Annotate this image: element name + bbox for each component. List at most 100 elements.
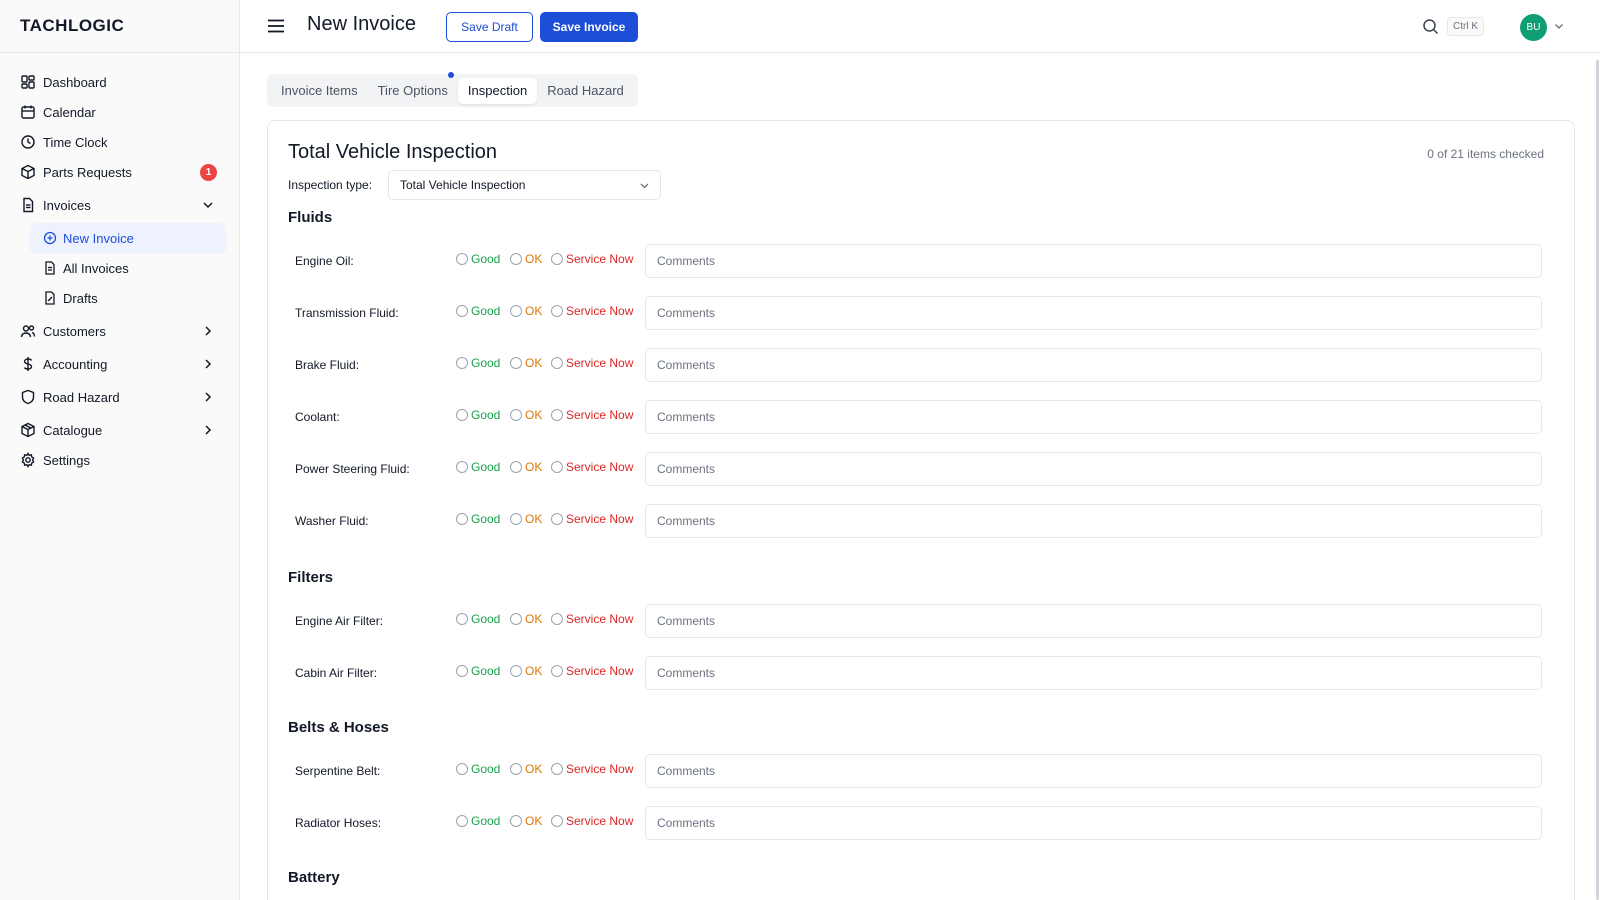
- radio-circle[interactable]: [551, 665, 563, 677]
- radio-service-now[interactable]: Service Now: [551, 252, 633, 266]
- sidebar-item-time-clock[interactable]: Time Clock: [0, 127, 239, 157]
- sidebar-subitem-drafts[interactable]: Drafts: [0, 283, 227, 313]
- radio-circle[interactable]: [456, 305, 468, 317]
- radio-circle[interactable]: [456, 513, 468, 525]
- radio-good[interactable]: Good: [456, 460, 500, 474]
- radio-circle[interactable]: [551, 357, 563, 369]
- radio-ok[interactable]: OK: [510, 304, 542, 318]
- radio-circle[interactable]: [510, 461, 522, 473]
- radio-circle[interactable]: [510, 409, 522, 421]
- radio-circle[interactable]: [510, 763, 522, 775]
- comments-input[interactable]: [645, 656, 1542, 690]
- inspection-row: Radiator Hoses: Good OK Service Now: [288, 806, 1548, 840]
- sidebar-item-road-hazard[interactable]: Road Hazard: [0, 382, 239, 412]
- comments-input[interactable]: [645, 504, 1542, 538]
- radio-good[interactable]: Good: [456, 762, 500, 776]
- radio-circle[interactable]: [510, 613, 522, 625]
- top-header: New Invoice Save Draft Save Invoice Ctrl…: [240, 0, 1600, 53]
- tab-tire-options[interactable]: Tire Options: [368, 78, 458, 104]
- radio-service-now[interactable]: Service Now: [551, 512, 633, 526]
- radio-circle[interactable]: [510, 513, 522, 525]
- radio-circle[interactable]: [551, 461, 563, 473]
- radio-good[interactable]: Good: [456, 252, 500, 266]
- radio-ok[interactable]: OK: [510, 460, 542, 474]
- inspection-type-select[interactable]: Total Vehicle Inspection: [388, 170, 661, 200]
- sidebar-item-parts-requests[interactable]: Parts Requests 1: [0, 157, 239, 187]
- sidebar-item-calendar[interactable]: Calendar: [0, 97, 239, 127]
- sidebar-item-accounting[interactable]: Accounting: [0, 349, 239, 379]
- radio-circle[interactable]: [551, 513, 563, 525]
- radio-circle[interactable]: [551, 613, 563, 625]
- radio-ok[interactable]: OK: [510, 512, 542, 526]
- radio-circle[interactable]: [510, 253, 522, 265]
- radio-ok-label: OK: [525, 460, 543, 474]
- save-invoice-button[interactable]: Save Invoice: [540, 12, 638, 42]
- comments-input[interactable]: [645, 806, 1542, 840]
- hamburger-menu-icon[interactable]: [266, 16, 286, 36]
- radio-circle[interactable]: [551, 305, 563, 317]
- radio-circle[interactable]: [456, 253, 468, 265]
- radio-service-now[interactable]: Service Now: [551, 612, 633, 626]
- sidebar-subitem-new-invoice[interactable]: New Invoice: [30, 223, 226, 253]
- chevron-down-icon: [640, 183, 649, 189]
- comments-input[interactable]: [645, 400, 1542, 434]
- radio-circle[interactable]: [551, 409, 563, 421]
- radio-circle[interactable]: [510, 815, 522, 827]
- radio-good[interactable]: Good: [456, 612, 500, 626]
- radio-service-now[interactable]: Service Now: [551, 814, 633, 828]
- comments-input[interactable]: [645, 348, 1542, 382]
- tab-inspection[interactable]: Inspection: [457, 77, 538, 104]
- radio-good[interactable]: Good: [456, 408, 500, 422]
- radio-circle[interactable]: [456, 613, 468, 625]
- comments-input[interactable]: [645, 244, 1542, 278]
- radio-circle[interactable]: [510, 665, 522, 677]
- radio-ok[interactable]: OK: [510, 814, 542, 828]
- radio-circle[interactable]: [456, 665, 468, 677]
- radio-ok[interactable]: OK: [510, 356, 542, 370]
- search-icon[interactable]: [1422, 18, 1439, 35]
- radio-circle[interactable]: [510, 305, 522, 317]
- radio-circle[interactable]: [510, 357, 522, 369]
- sidebar-item-settings[interactable]: Settings: [0, 445, 239, 475]
- radio-good[interactable]: Good: [456, 512, 500, 526]
- radio-ok[interactable]: OK: [510, 408, 542, 422]
- radio-service-now[interactable]: Service Now: [551, 304, 633, 318]
- radio-ok[interactable]: OK: [510, 762, 542, 776]
- radio-circle[interactable]: [456, 357, 468, 369]
- radio-circle[interactable]: [456, 815, 468, 827]
- radio-circle[interactable]: [551, 815, 563, 827]
- radio-service-now[interactable]: Service Now: [551, 356, 633, 370]
- sidebar-item-customers[interactable]: Customers: [0, 316, 239, 346]
- radio-good[interactable]: Good: [456, 304, 500, 318]
- radio-good[interactable]: Good: [456, 814, 500, 828]
- sidebar-item-dashboard[interactable]: Dashboard: [0, 67, 239, 97]
- radio-service-now[interactable]: Service Now: [551, 762, 633, 776]
- radio-circle[interactable]: [456, 409, 468, 421]
- tab-invoice-items[interactable]: Invoice Items: [271, 78, 368, 104]
- radio-ok[interactable]: OK: [510, 664, 542, 678]
- comments-input[interactable]: [645, 604, 1542, 638]
- comments-input[interactable]: [645, 754, 1542, 788]
- sidebar-item-invoices[interactable]: Invoices: [0, 190, 239, 220]
- radio-good[interactable]: Good: [456, 356, 500, 370]
- radio-service-now[interactable]: Service Now: [551, 408, 633, 422]
- user-avatar[interactable]: BU: [1520, 14, 1547, 41]
- tab-road-hazard[interactable]: Road Hazard: [537, 78, 634, 104]
- chevron-down-icon[interactable]: [1553, 20, 1565, 32]
- comments-input[interactable]: [645, 296, 1542, 330]
- sidebar-item-catalogue[interactable]: Catalogue: [0, 415, 239, 445]
- radio-ok[interactable]: OK: [510, 612, 542, 626]
- radio-circle[interactable]: [551, 253, 563, 265]
- comments-input[interactable]: [645, 452, 1542, 486]
- radio-service-now[interactable]: Service Now: [551, 664, 633, 678]
- radio-ok[interactable]: OK: [510, 252, 542, 266]
- sidebar-subitem-all-invoices[interactable]: All Invoices: [0, 253, 227, 283]
- radio-service-now[interactable]: Service Now: [551, 460, 633, 474]
- save-draft-button[interactable]: Save Draft: [446, 12, 533, 42]
- radio-circle[interactable]: [551, 763, 563, 775]
- radio-circle[interactable]: [456, 461, 468, 473]
- radio-good[interactable]: Good: [456, 664, 500, 678]
- radio-service-label: Service Now: [566, 356, 634, 370]
- radio-circle[interactable]: [456, 763, 468, 775]
- page-scrollbar[interactable]: [1596, 60, 1599, 900]
